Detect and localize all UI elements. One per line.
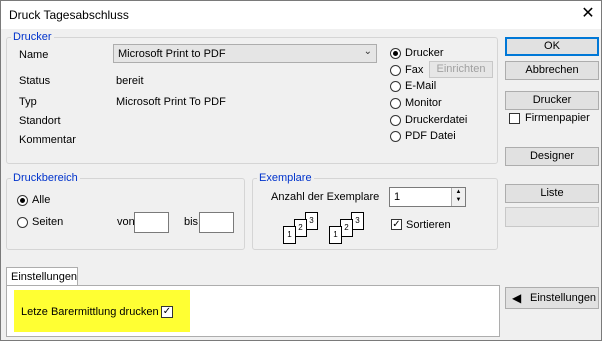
copies-count-input[interactable]: 1 ▲ ▼ — [389, 187, 466, 207]
copies-spinner[interactable]: ▲ ▼ — [451, 188, 465, 206]
radio-monitor-label: Monitor — [405, 97, 442, 109]
status-label: Status — [19, 75, 51, 87]
radio-fax[interactable] — [390, 65, 401, 76]
radio-pdf[interactable] — [390, 131, 401, 142]
list-button[interactable]: Liste — [505, 184, 599, 203]
print-dialog: Druck Tagesabschluss ✕ Drucker Name Micr… — [0, 0, 602, 341]
last-cash-checkbox[interactable]: ✓ — [161, 306, 173, 318]
radio-printer[interactable] — [390, 48, 401, 59]
letterhead-checkbox[interactable] — [509, 113, 520, 124]
to-label: bis — [184, 216, 199, 228]
location-label: Standort — [19, 115, 61, 127]
radio-monitor[interactable] — [390, 98, 401, 109]
copies-count-label: Anzahl der Exemplare — [271, 191, 380, 203]
radio-printfile-label: Druckerdatei — [405, 114, 468, 126]
ok-button[interactable]: OK — [505, 37, 599, 56]
radio-pages-label: Seiten — [32, 216, 64, 228]
triangle-left-icon: ◀ — [512, 291, 522, 305]
from-input[interactable] — [134, 212, 169, 233]
settings-button[interactable]: ◀ Einstellungen — [505, 287, 599, 309]
title-bar: Druck Tagesabschluss ✕ — [1, 1, 601, 29]
radio-fax-label: Fax — [405, 64, 424, 76]
comment-label: Kommentar — [19, 134, 76, 146]
designer-button[interactable]: Designer — [505, 147, 599, 166]
settings-button-label: Einstellungen — [530, 292, 597, 304]
radio-pages[interactable] — [17, 217, 28, 228]
printer-name-select[interactable]: Microsoft Print to PDF ⌄ — [113, 44, 377, 63]
letterhead-label: Firmenpapier — [525, 112, 590, 124]
type-value: Microsoft Print To PDF — [116, 96, 226, 108]
window-title: Druck Tagesabschluss — [9, 8, 129, 22]
to-input[interactable] — [199, 212, 234, 233]
last-cash-label: Letze Barermittlung drucken — [21, 306, 159, 318]
radio-printfile[interactable] — [390, 115, 401, 126]
copies-legend: Exemplare — [257, 172, 314, 184]
sort-checkbox[interactable]: ✓ — [391, 219, 402, 230]
radio-all[interactable] — [17, 195, 28, 206]
cancel-button[interactable]: Abbrechen — [505, 61, 599, 80]
name-label: Name — [19, 49, 49, 61]
fax-setup-button[interactable]: Einrichten — [429, 61, 493, 78]
tab-settings-label: Einstellungen — [11, 271, 78, 283]
empty-button — [505, 207, 599, 227]
radio-email-label: E-Mail — [405, 80, 437, 92]
radio-pdf-label: PDF Datei — [405, 130, 456, 142]
printer-legend: Drucker — [11, 31, 54, 43]
radio-email[interactable] — [390, 81, 401, 92]
status-value: bereit — [116, 75, 144, 87]
type-label: Typ — [19, 96, 37, 108]
tab-settings[interactable]: Einstellungen — [6, 267, 78, 286]
range-legend: Druckbereich — [11, 172, 80, 184]
printer-name-value: Microsoft Print to PDF — [118, 48, 226, 60]
close-icon[interactable]: ✕ — [579, 5, 597, 23]
radio-printer-label: Drucker — [405, 47, 444, 59]
copies-count-value: 1 — [394, 191, 401, 203]
radio-all-label: Alle — [32, 194, 51, 206]
sort-label: Sortieren — [406, 219, 451, 231]
from-label: von — [117, 216, 135, 228]
chevron-down-icon: ⌄ — [363, 46, 372, 57]
printer-button[interactable]: Drucker — [505, 91, 599, 110]
